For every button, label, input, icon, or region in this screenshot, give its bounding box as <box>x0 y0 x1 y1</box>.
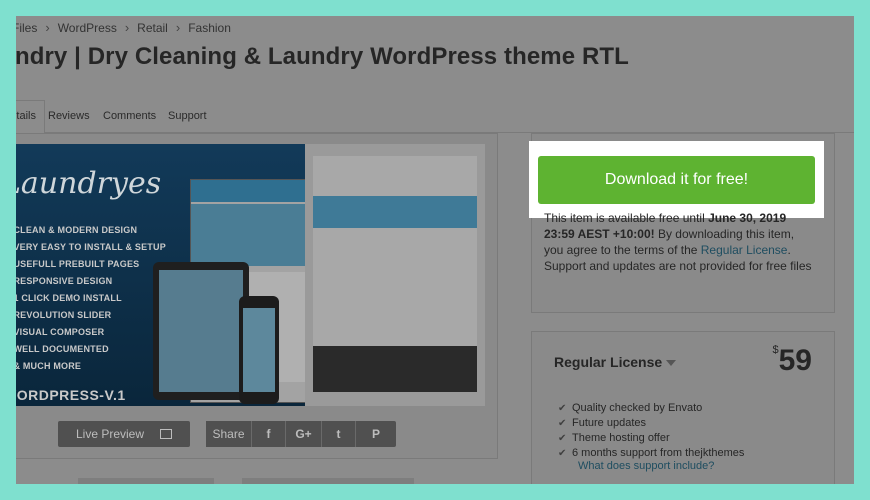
support-info-link[interactable]: What does support include? <box>578 460 714 472</box>
download-info: This item is available free until June 3… <box>544 210 812 274</box>
phone-mockup <box>239 296 279 404</box>
item-tabs: Item Details Reviews Comments Support <box>16 92 854 140</box>
check-icon: ✔ <box>558 433 567 444</box>
banner-right <box>305 144 485 406</box>
banner-feature: ✓ RESPONSIVE DESIGN <box>16 276 113 286</box>
banner-left: Laundryes ✓ CLEAN & MODERN DESIGN ✓ VERY… <box>16 144 384 406</box>
chevron-right-icon: › <box>175 20 181 35</box>
live-preview-button[interactable]: Live Preview <box>58 421 190 447</box>
breadcrumb-item-files[interactable]: Files <box>16 21 37 35</box>
twitter-share-button[interactable]: t <box>322 421 356 447</box>
banner-feature-list: ✓ CLEAN & MODERN DESIGN ✓ VERY EASY TO I… <box>16 222 166 375</box>
page-title: Laundry | Dry Cleaning & Laundry WordPre… <box>16 43 629 70</box>
banner-feature: ✓ VISUAL COMPOSER <box>16 327 105 337</box>
banner-feature: ✓ WELL DOCUMENTED <box>16 344 109 354</box>
check-icon: ✔ <box>558 403 567 414</box>
facebook-share-button[interactable]: f <box>252 421 286 447</box>
breadcrumb-item-fashion[interactable]: Fashion <box>188 21 231 35</box>
secondary-button-placeholder <box>242 478 414 484</box>
page-overlay: Files › WordPress › Retail › Fashion Laundry |… <box>16 16 854 484</box>
preview-card: Laundryes ✓ CLEAN & MODERN DESIGN ✓ VERY… <box>16 133 498 459</box>
banner-feature: ✓ REVOLUTION SLIDER <box>16 310 112 320</box>
free-until-text: This item is available free until <box>544 211 705 225</box>
preview-window-icon <box>160 429 173 439</box>
chevron-right-icon: › <box>45 20 50 35</box>
license-price: $59 <box>773 344 813 378</box>
license-title: Regular License <box>554 354 663 370</box>
license-feature: ✔ Future updates <box>558 417 646 429</box>
license-feature-list: ✔ Quality checked by Envato ✔ Future updat… <box>558 401 744 461</box>
breadcrumb-item-wordpress[interactable]: WordPress <box>58 21 117 35</box>
check-icon: ✔ <box>558 418 567 429</box>
regular-license-link[interactable]: Regular License <box>701 243 788 257</box>
license-feature: ✔ 6 months support from thejkthemes <box>558 447 745 459</box>
breadcrumb-item-retail[interactable]: Retail <box>137 21 168 35</box>
chevron-right-icon: › <box>124 20 130 35</box>
banner-feature: ✓ & MUCH MORE <box>16 361 82 371</box>
caret-down-icon <box>666 360 677 367</box>
license-selector[interactable]: Regular License <box>554 354 677 370</box>
download-button[interactable]: Download it for free! <box>538 155 815 204</box>
banner-feature: ✓ USEFULL PREBUILT PAGES <box>16 259 140 269</box>
share-button[interactable]: Share <box>206 421 252 447</box>
pinterest-share-button[interactable]: P <box>356 421 396 447</box>
check-icon: ✔ <box>558 448 567 459</box>
banner-version: WORDPRESS-V.1 <box>16 387 126 403</box>
banner-feature: ✓ CLEAN & MODERN DESIGN <box>16 225 138 235</box>
tablet-mockup <box>153 262 249 400</box>
banner-feature: ✓ 1 CLICK DEMO INSTALL <box>16 293 122 303</box>
page-mockup <box>313 156 477 392</box>
license-feature: ✔ Quality checked by Envato <box>558 402 703 414</box>
price-value: 59 <box>778 344 812 377</box>
license-card: Regular License $59 ✔ Quality checked by … <box>531 331 835 484</box>
banner-feature: ✓ VERY EASY TO INSTALL & SETUP <box>16 242 166 252</box>
theme-logo: Laundryes <box>16 166 162 201</box>
breadcrumb: Files › WordPress › Retail › Fashion <box>16 20 231 35</box>
live-preview-label: Live Preview <box>75 427 145 441</box>
secondary-button-placeholder <box>78 478 214 484</box>
preview-actions: Live Preview Share f G+ t P <box>16 421 497 451</box>
download-highlight: Download it for free! <box>529 141 824 218</box>
google-plus-share-button[interactable]: G+ <box>286 421 322 447</box>
license-feature: ✔ Theme hosting offer <box>558 432 670 444</box>
theme-preview-image[interactable]: Laundryes ✓ CLEAN & MODERN DESIGN ✓ VERY… <box>16 144 485 406</box>
